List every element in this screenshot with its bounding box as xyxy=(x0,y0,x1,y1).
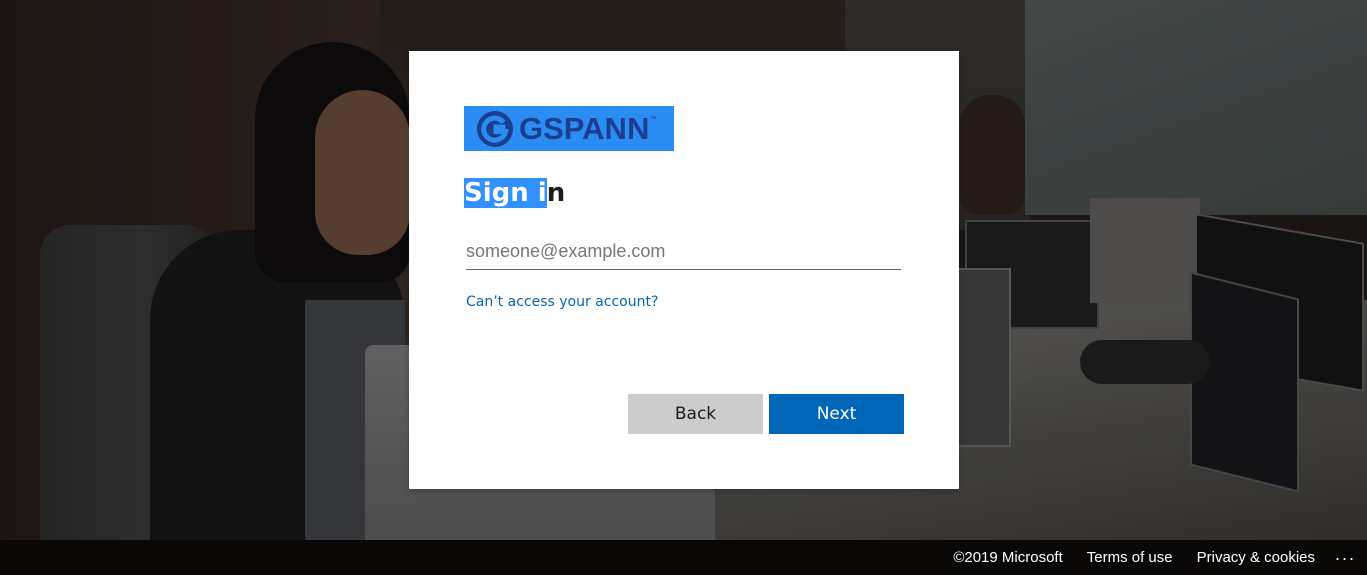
sign-in-page: GSPANN ™ Sign in Can’t access your accou… xyxy=(0,0,1367,575)
next-button[interactable]: Next xyxy=(769,394,904,434)
page-footer: ©2019 Microsoft Terms of use Privacy & c… xyxy=(0,540,1367,575)
sign-in-card: GSPANN ™ Sign in Can’t access your accou… xyxy=(409,51,959,489)
terms-of-use-link[interactable]: Terms of use xyxy=(1087,549,1173,566)
copyright-text: ©2019 Microsoft xyxy=(953,549,1063,566)
page-title: Sign in xyxy=(464,173,565,213)
logo-wordmark: GSPANN xyxy=(519,111,650,146)
page-title-selected-text: Sign i xyxy=(464,178,547,208)
cant-access-account-link[interactable]: Can’t access your account? xyxy=(466,294,658,310)
back-button[interactable]: Back xyxy=(628,394,763,434)
page-title-rest: n xyxy=(546,178,566,208)
privacy-cookies-link[interactable]: Privacy & cookies xyxy=(1197,549,1315,566)
email-input[interactable] xyxy=(466,233,901,270)
ellipsis-icon[interactable]: ... xyxy=(1335,545,1359,563)
gspann-g-logo-icon xyxy=(476,110,514,148)
logo-trademark: ™ xyxy=(649,116,657,123)
company-logo: GSPANN ™ xyxy=(464,106,674,151)
